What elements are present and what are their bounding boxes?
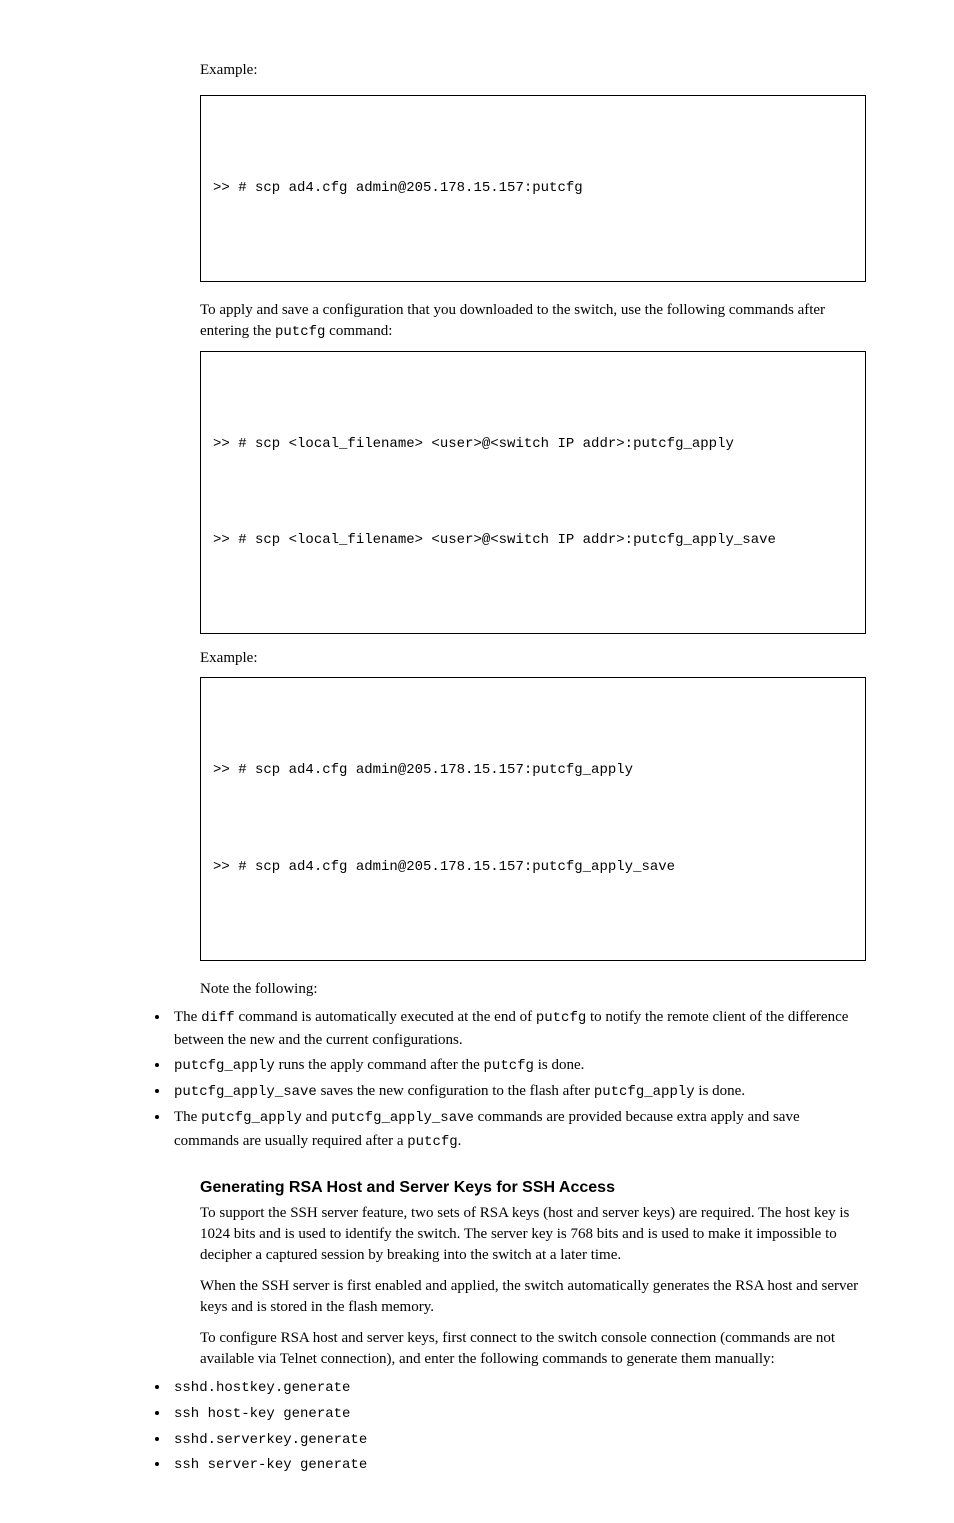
- code-block-3: >> # scp ad4.cfg admin@205.178.15.157:pu…: [200, 677, 866, 961]
- example-label-1: Example:: [200, 60, 866, 81]
- list-item: The diff command is automatically execut…: [170, 1006, 866, 1053]
- example-label-2: Example:: [200, 648, 866, 669]
- heading-rsa-keys: Generating RSA Host and Server Keys for …: [200, 1179, 866, 1197]
- code-line: >> # scp ad4.cfg admin@205.178.15.157:pu…: [213, 754, 853, 786]
- code-block-1: >> # scp ad4.cfg admin@205.178.15.157:pu…: [200, 95, 866, 282]
- list-item: ssh server-key generate: [170, 1453, 866, 1477]
- bullet-list-2: sshd.hostkey.generate ssh host-key gener…: [148, 1376, 866, 1477]
- list-item: The putcfg_apply and putcfg_apply_save c…: [170, 1106, 866, 1153]
- list-item: sshd.hostkey.generate: [170, 1376, 866, 1400]
- code-line: >> # scp ad4.cfg admin@205.178.15.157:pu…: [213, 172, 853, 204]
- paragraph-rsa-3: To configure RSA host and server keys, f…: [200, 1328, 866, 1370]
- paragraph-rsa-2: When the SSH server is first enabled and…: [200, 1276, 866, 1318]
- code-block-2: >> # scp <local_filename> <user>@<switch…: [200, 351, 866, 635]
- list-item: putcfg_apply_save saves the new configur…: [170, 1080, 866, 1104]
- code-line: >> # scp <local_filename> <user>@<switch…: [213, 428, 853, 460]
- list-item: ssh host-key generate: [170, 1402, 866, 1426]
- code-line: >> # scp ad4.cfg admin@205.178.15.157:pu…: [213, 851, 853, 883]
- code-line: >> # scp <local_filename> <user>@<switch…: [213, 524, 853, 556]
- bullet-list-1: The diff command is automatically execut…: [148, 1006, 866, 1154]
- list-item: putcfg_apply runs the apply command afte…: [170, 1054, 866, 1078]
- note-following: Note the following:: [200, 979, 866, 1000]
- list-item: sshd.serverkey.generate: [170, 1428, 866, 1452]
- paragraph-apply-save: To apply and save a configuration that y…: [200, 300, 866, 343]
